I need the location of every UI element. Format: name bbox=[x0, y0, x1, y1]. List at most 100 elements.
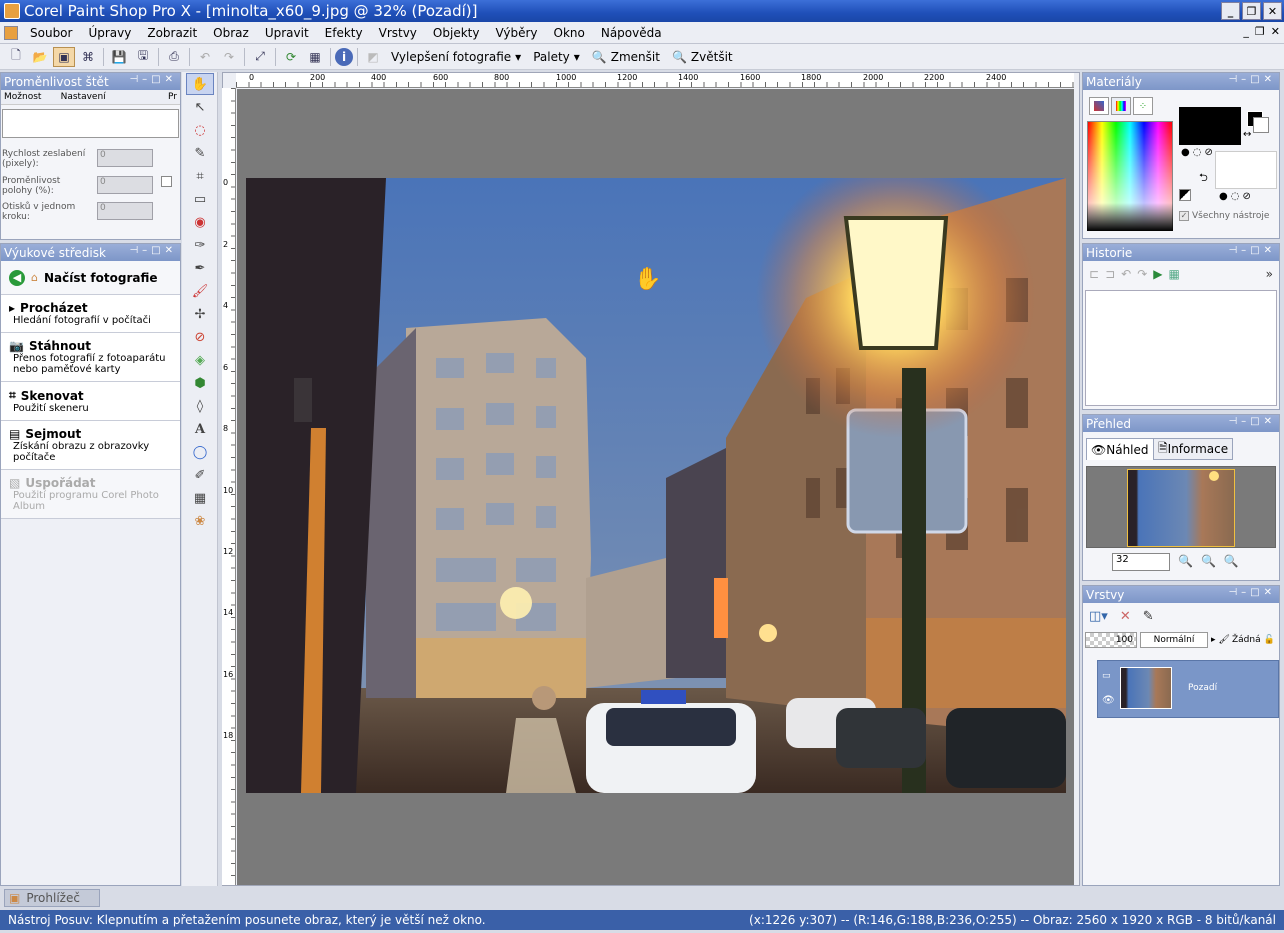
zoom-in-button[interactable]: 🔍 Zvětšit bbox=[666, 50, 739, 64]
foreground-color-swatch[interactable] bbox=[1179, 107, 1241, 145]
background-small-swatch[interactable] bbox=[1253, 117, 1269, 133]
menu-vybery[interactable]: Výběry bbox=[487, 26, 545, 40]
text-tool-icon[interactable]: A bbox=[186, 418, 214, 440]
blend-mode-select[interactable]: Normální bbox=[1140, 632, 1208, 648]
reset-colors-icon[interactable] bbox=[1179, 189, 1191, 201]
learning-item-organize[interactable]: ▧ Uspořádat Použití programu Corel Photo … bbox=[1, 470, 180, 519]
scratch-remover-icon[interactable]: ✒ bbox=[186, 257, 214, 279]
zoom-level-input[interactable]: 32 bbox=[1112, 553, 1170, 571]
menu-upravy[interactable]: Úpravy bbox=[80, 26, 139, 40]
smudge-tool-icon[interactable]: ⊘ bbox=[186, 326, 214, 348]
swap-arrow-icon[interactable]: ⮌ bbox=[1199, 169, 1208, 188]
zoom-out-button[interactable]: 🔍 Zmenšit bbox=[586, 50, 666, 64]
opacity-input[interactable]: 100 bbox=[1085, 632, 1137, 648]
tab-information[interactable]: 🗎 Informace bbox=[1153, 438, 1234, 460]
undo-icon[interactable]: ↶ bbox=[194, 47, 216, 67]
pick-tool-icon[interactable]: ↖ bbox=[186, 96, 214, 118]
layer-group-icon[interactable]: ▭ bbox=[1102, 671, 1111, 681]
solid-color-icon[interactable]: ● bbox=[1181, 147, 1190, 158]
column-header-option[interactable]: Možnost bbox=[4, 92, 61, 102]
menu-vrstvy[interactable]: Vrstvy bbox=[371, 26, 425, 40]
jitter-checkbox[interactable] bbox=[161, 176, 172, 187]
column-header-pr[interactable]: Pr bbox=[168, 92, 177, 102]
minimize-button[interactable]: _ bbox=[1221, 2, 1240, 20]
gradient-icon[interactable]: ◌ bbox=[1193, 147, 1202, 158]
menu-soubor[interactable]: Soubor bbox=[22, 26, 80, 40]
fade-rate-input[interactable]: 0 bbox=[97, 149, 153, 167]
home-icon[interactable]: ⌂ bbox=[31, 271, 38, 284]
paintbrush-icon[interactable]: 🖌 bbox=[186, 280, 214, 302]
resize-icon[interactable]: ⤢ bbox=[249, 47, 271, 67]
mdi-close-icon[interactable]: ✕ bbox=[1271, 25, 1280, 38]
layer-row-background[interactable]: ▭ 👁 Pozadí bbox=[1097, 660, 1279, 718]
position-jitter-input[interactable]: 0 bbox=[97, 176, 153, 194]
more-icon[interactable]: » bbox=[1266, 267, 1273, 281]
pen-tool-icon[interactable]: ✐ bbox=[186, 464, 214, 486]
learning-item-browse[interactable]: ▸ Procházet Hledání fotografií v počítači bbox=[1, 295, 180, 333]
impressions-per-step-input[interactable]: 0 bbox=[97, 202, 153, 220]
photo-image[interactable]: ✋ bbox=[246, 178, 1066, 793]
column-header-setting[interactable]: Nastavení bbox=[61, 92, 168, 102]
zoom-actual-icon[interactable]: 🔍 bbox=[1224, 554, 1239, 568]
browse-icon[interactable]: ▣ bbox=[53, 46, 75, 67]
enhance-photo-dropdown[interactable]: Vylepšení fotografie ▾ bbox=[385, 50, 527, 64]
open-folder-icon[interactable]: 📂 bbox=[29, 47, 51, 67]
mdi-restore-icon[interactable]: ❐ bbox=[1255, 25, 1265, 38]
learning-item-download[interactable]: 📷 Stáhnout Přenos fotografií z fotoaparát… bbox=[1, 333, 180, 382]
save-as-icon[interactable]: 🖫 bbox=[132, 47, 154, 67]
clone-tool-icon[interactable]: ✑ bbox=[186, 234, 214, 256]
none-icon[interactable]: ⊘ bbox=[1204, 147, 1212, 158]
history-redo-icon[interactable]: ↷ bbox=[1137, 267, 1147, 281]
history-undo-icon[interactable]: ↶ bbox=[1121, 267, 1131, 281]
lock-icon[interactable]: 🔓 bbox=[1264, 635, 1275, 645]
scanner-icon[interactable]: ⌘ bbox=[77, 47, 99, 67]
swatches-tab-icon[interactable]: ⁘ bbox=[1133, 97, 1153, 115]
brush-list-box[interactable] bbox=[2, 109, 179, 138]
save-script-icon[interactable]: ▦ bbox=[1168, 267, 1179, 281]
dropper-tool-icon[interactable]: ✎ bbox=[186, 142, 214, 164]
menu-objekty[interactable]: Objekty bbox=[425, 26, 488, 40]
save-icon[interactable]: 💾 bbox=[108, 47, 130, 67]
tab-preview[interactable]: 👁 Náhled bbox=[1086, 438, 1154, 460]
learning-item-scan[interactable]: ⌗ Skenovat Použití skeneru bbox=[1, 382, 180, 421]
undo-selected-icon[interactable]: ⊏ bbox=[1089, 267, 1099, 281]
learning-item-capture[interactable]: ▤ Sejmout Získání obrazu z obrazovky počí… bbox=[1, 421, 180, 470]
mdi-minimize-icon[interactable]: _ bbox=[1243, 25, 1249, 38]
straighten-tool-icon[interactable]: ▭ bbox=[186, 188, 214, 210]
none-icon[interactable]: ⊘ bbox=[1242, 191, 1250, 202]
refresh-icon[interactable]: ⟳ bbox=[280, 47, 302, 67]
eraser-icon[interactable]: ◩ bbox=[362, 47, 384, 67]
preset-shape-icon[interactable]: ◯ bbox=[186, 441, 214, 463]
menu-upravit[interactable]: Upravit bbox=[257, 26, 317, 40]
restore-button[interactable]: ❐ bbox=[1242, 2, 1261, 20]
menu-okno[interactable]: Okno bbox=[546, 26, 593, 40]
fill-tool-icon[interactable]: ⬢ bbox=[186, 372, 214, 394]
background-color-swatch[interactable] bbox=[1215, 151, 1277, 189]
picture-tube-icon[interactable]: ❀ bbox=[186, 510, 214, 532]
mask-select[interactable]: 🖌 Žádná bbox=[1219, 635, 1261, 645]
new-layer-icon[interactable]: ◫▾ bbox=[1089, 609, 1108, 624]
menu-efekty[interactable]: Efekty bbox=[317, 26, 371, 40]
delete-layer-icon[interactable]: ✕ bbox=[1120, 609, 1131, 624]
redo-selected-icon[interactable]: ⊐ bbox=[1105, 267, 1115, 281]
all-tools-checkbox[interactable]: ✓ bbox=[1179, 211, 1189, 221]
palettes-dropdown[interactable]: Palety ▾ bbox=[527, 50, 586, 64]
print-icon[interactable]: ⎙ bbox=[163, 47, 185, 67]
lasso-tool-icon[interactable]: ◌ bbox=[186, 119, 214, 141]
mesh-warp-icon[interactable]: ▦ bbox=[186, 487, 214, 509]
back-arrow-icon[interactable]: ◀ bbox=[9, 269, 25, 286]
visibility-eye-icon[interactable]: 👁 bbox=[1102, 695, 1115, 706]
redo-icon[interactable]: ↷ bbox=[218, 47, 240, 67]
pan-tool-icon[interactable]: ✋ bbox=[186, 73, 214, 95]
layers-icon[interactable]: ▦ bbox=[304, 47, 326, 67]
zoom-in-icon[interactable]: 🔍 bbox=[1201, 554, 1216, 568]
frame-tab-icon[interactable] bbox=[1089, 97, 1109, 115]
solid-color-icon[interactable]: ● bbox=[1219, 191, 1228, 202]
zoom-out-icon[interactable]: 🔍 bbox=[1178, 554, 1193, 568]
history-list[interactable] bbox=[1085, 290, 1277, 406]
gradient-icon[interactable]: ◌ bbox=[1231, 191, 1240, 202]
crop-tool-icon[interactable]: ⌗ bbox=[186, 165, 214, 187]
menu-obraz[interactable]: Obraz bbox=[205, 26, 257, 40]
overview-thumbnail[interactable] bbox=[1086, 466, 1276, 548]
doc-icon[interactable] bbox=[4, 25, 18, 40]
